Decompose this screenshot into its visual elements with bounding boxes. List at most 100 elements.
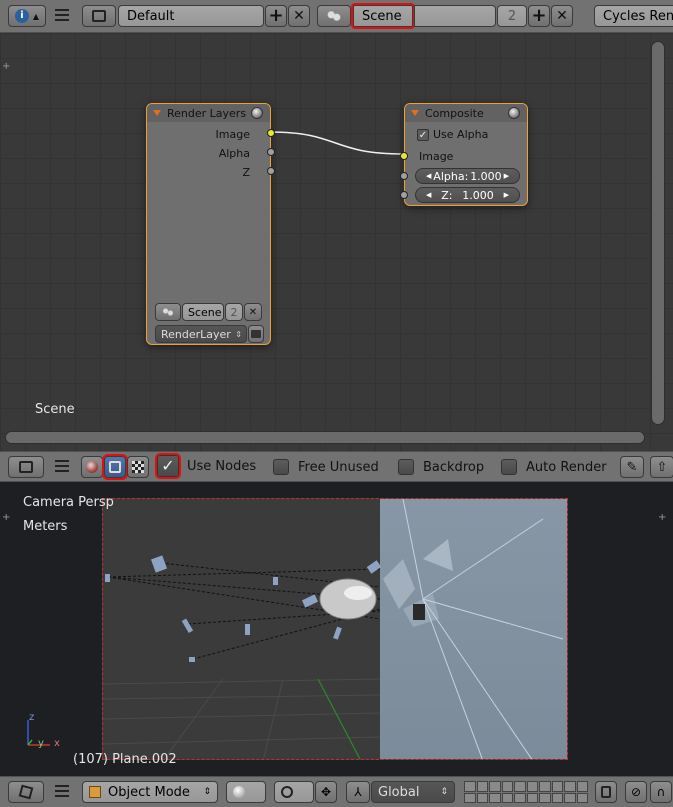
node-scene-browse-button[interactable]	[155, 303, 181, 321]
node-header[interactable]: Composite	[405, 104, 527, 122]
auto-render-label: Auto Render	[526, 459, 607, 475]
node-scene-users: 2	[225, 303, 243, 321]
add-scene-button[interactable]: +	[528, 5, 550, 27]
render-layer-select[interactable]: RenderLayer ⇕	[155, 325, 247, 343]
z-field-value: 1.000	[462, 188, 494, 202]
scene-users-count: 2	[497, 5, 527, 27]
layer-buttons[interactable]	[464, 781, 588, 803]
delete-layout-button[interactable]: ✕	[288, 5, 310, 27]
render-layer-lock-button[interactable]	[595, 781, 617, 803]
render-engine-select[interactable]: Cycles Ren	[594, 5, 673, 27]
camera-icon	[251, 330, 261, 338]
pin-button[interactable]: ✎	[620, 456, 644, 478]
use-nodes-label: Use Nodes	[187, 458, 257, 474]
mode-select[interactable]: Object Mode ⇕	[82, 781, 218, 803]
editor-type-button[interactable]	[8, 781, 44, 803]
node-link	[269, 131, 405, 155]
checkbox-empty[interactable]	[273, 459, 289, 475]
use-alpha-checkbox[interactable]: ✓ Use Alpha	[417, 128, 488, 141]
render-layers-node[interactable]: Render Layers Image Alpha Z Scene 2 ✕ Re…	[146, 103, 275, 345]
chevron-left-icon[interactable]: ◀	[426, 172, 431, 180]
node-header[interactable]: Render Layers	[147, 104, 270, 122]
proportional-icon: ⊘	[630, 785, 642, 799]
preview-sphere-icon[interactable]	[251, 107, 263, 119]
chevron-left-icon[interactable]: ◀	[426, 191, 431, 199]
checkbox-empty[interactable]	[501, 459, 517, 475]
plus-icon: +	[531, 5, 547, 26]
info-icon: i	[14, 9, 29, 23]
auto-render-toggle[interactable]: Auto Render	[501, 459, 607, 475]
3d-viewport[interactable]: + + Camera Persp Meters (107) Plane.002 …	[0, 482, 673, 776]
menu-toggle-icon[interactable]	[55, 785, 69, 799]
vertical-scrollbar[interactable]	[651, 41, 665, 425]
chevron-right-icon[interactable]: ▶	[504, 191, 509, 199]
view-name-label: Camera Persp	[23, 495, 114, 510]
scene-name-label: Scene	[35, 402, 75, 417]
plus-icon: +	[268, 5, 284, 26]
transform-orientation-icon-button[interactable]: ⅄	[346, 781, 370, 803]
z-field-label: Z:	[441, 188, 453, 202]
close-icon: ✕	[248, 306, 258, 318]
use-alpha-label: Use Alpha	[433, 128, 489, 141]
pivot-select[interactable]	[274, 781, 314, 803]
node-scene-unlink-button[interactable]: ✕	[244, 303, 262, 321]
horizontal-scrollbar[interactable]	[5, 431, 645, 444]
output-image-label: Image	[215, 128, 250, 141]
collapse-arrow-icon[interactable]	[153, 110, 161, 116]
output-alpha-label: Alpha	[218, 147, 250, 160]
checkmark-icon[interactable]: ✓	[155, 453, 181, 479]
orientation-select[interactable]: Global ⇕	[371, 781, 455, 803]
z-number-field[interactable]: ◀ Z: 1.000 ▶	[415, 187, 520, 203]
delete-scene-button[interactable]: ✕	[551, 5, 573, 27]
backdrop-toggle[interactable]: Backdrop	[398, 459, 484, 475]
texture-nodes-button[interactable]	[127, 456, 149, 478]
menu-toggle-icon[interactable]	[55, 460, 69, 474]
menu-toggle-icon[interactable]	[55, 9, 69, 23]
editor-type-button[interactable]	[8, 456, 44, 478]
preview-sphere-icon[interactable]	[508, 107, 520, 119]
input-image-socket[interactable]	[400, 152, 408, 160]
output-image-socket[interactable]	[267, 129, 275, 137]
shader-nodes-button[interactable]	[81, 456, 103, 478]
alpha-field-value: 1.000	[470, 169, 502, 183]
alpha-number-field[interactable]: ◀ Alpha: 1.000 ▶	[415, 168, 520, 184]
compositing-nodes-button[interactable]	[102, 454, 128, 480]
layout-name-field[interactable]: Default	[118, 5, 264, 27]
node-title: Composite	[425, 106, 484, 120]
use-nodes-toggle[interactable]: ✓ Use Nodes	[155, 453, 257, 479]
checker-texture-icon	[132, 461, 144, 473]
proportional-edit-button[interactable]: ⊘	[625, 781, 647, 803]
output-z-socket[interactable]	[267, 167, 275, 175]
cube-icon	[18, 784, 34, 800]
updown-arrows-icon: ⇕	[440, 787, 448, 797]
collapse-arrow-icon[interactable]	[411, 110, 419, 116]
node-editor-header: ✓ Use Nodes Free Unused Backdrop Auto Re…	[0, 451, 673, 482]
node-scene-field[interactable]: Scene	[182, 303, 224, 321]
layout-browse-button[interactable]	[82, 5, 116, 27]
shading-select[interactable]	[226, 781, 266, 803]
chevron-right-icon[interactable]: ▶	[504, 172, 509, 180]
free-unused-toggle[interactable]: Free Unused	[273, 459, 379, 475]
scene-name-field[interactable]: Scene	[351, 3, 415, 29]
composite-node[interactable]: Composite ✓ Use Alpha Image ◀ Alpha: 1.0…	[400, 103, 528, 206]
input-alpha-socket[interactable]	[400, 172, 408, 180]
scene-name-field-rest[interactable]	[414, 5, 496, 27]
output-alpha-socket[interactable]	[267, 148, 275, 156]
close-icon: ✕	[293, 8, 305, 24]
parent-tree-button[interactable]: ⇧	[650, 456, 673, 478]
scene-browse-button[interactable]	[317, 5, 351, 27]
render-layer-button[interactable]	[248, 325, 264, 343]
checkbox-empty[interactable]	[398, 459, 414, 475]
region-plus-icon-left[interactable]: +	[2, 512, 10, 523]
pivot-icon	[281, 786, 293, 798]
render-layer-value: RenderLayer	[161, 327, 231, 341]
input-z-socket[interactable]	[400, 191, 408, 199]
node-editor-area[interactable]: + + Render Layers Image Alpha Z Scene 2 …	[0, 33, 673, 451]
checkmark-icon: ✓	[417, 128, 429, 141]
add-layout-button[interactable]: +	[265, 5, 287, 27]
manipulator-toggle-button[interactable]: ✥	[315, 781, 337, 803]
alpha-field-label: Alpha:	[433, 169, 469, 183]
region-plus-icon-right[interactable]: +	[658, 512, 666, 523]
editor-type-info-button[interactable]: i ▲	[8, 5, 46, 27]
snap-button[interactable]: ∩	[650, 781, 672, 803]
